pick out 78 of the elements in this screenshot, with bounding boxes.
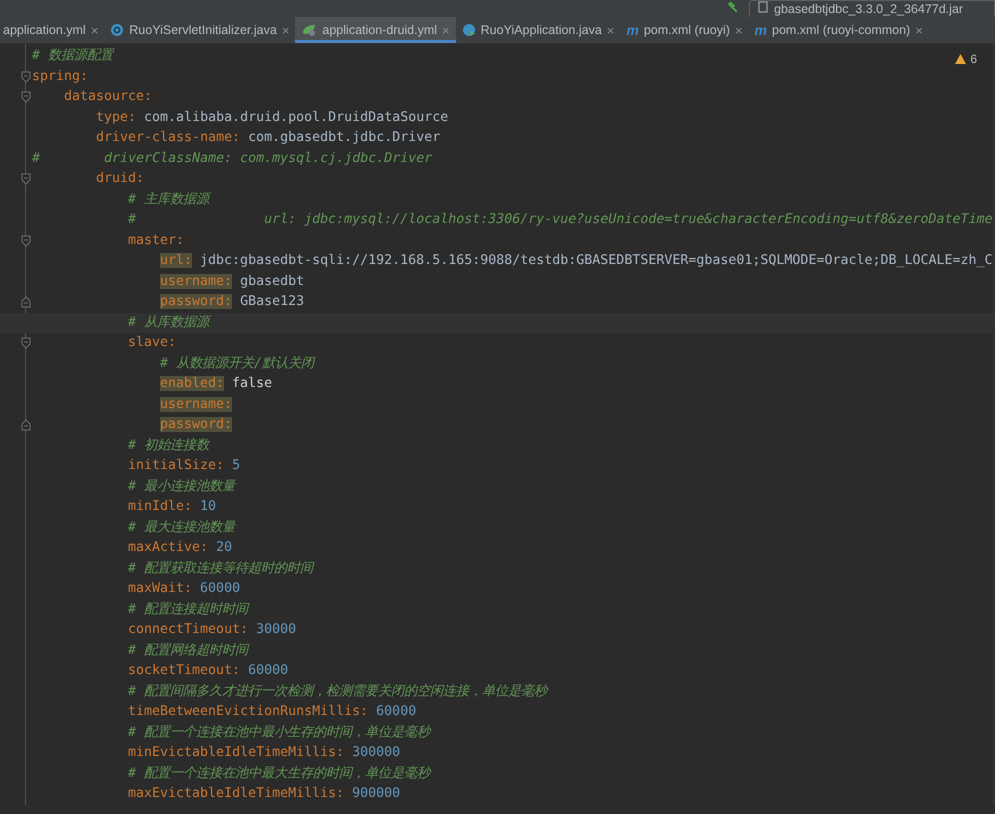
yaml-key: initialSize: — [128, 458, 224, 473]
yaml-key: druid: — [96, 171, 144, 186]
yaml-value: 60000 — [376, 704, 416, 719]
maven-icon: m — [626, 22, 639, 38]
code-comment: # 配置间隔多久才进行一次检测，检测需要关闭的空闲连接，单位是毫秒 — [128, 684, 548, 698]
fold-icon[interactable] — [21, 91, 31, 103]
fold-icon[interactable] — [21, 296, 31, 308]
yaml-key: driver-class-name: — [96, 130, 240, 145]
fold-icon[interactable] — [21, 337, 31, 349]
code-comment: # 最小连接池数量 — [128, 478, 236, 494]
yaml-key: username: — [160, 396, 232, 412]
jar-icon — [758, 1, 768, 13]
yaml-key: enabled: — [160, 376, 224, 391]
yaml-value: 300000 — [352, 745, 400, 760]
yaml-value: 20 — [216, 540, 232, 555]
yaml-value: com.alibaba.druid.pool.DruidDataSource — [144, 110, 448, 124]
yaml-value: 5 — [232, 458, 240, 473]
editor-tab[interactable]: RuoYiServletInitializer.java × — [104, 17, 296, 43]
yaml-key: minEvictableIdleTimeMillis: — [128, 745, 344, 760]
code-comment: # 数据源配置 — [32, 48, 114, 63]
editor-tab[interactable]: m pom.xml (ruoyi-common) × — [748, 17, 929, 43]
yaml-key: maxWait: — [128, 581, 192, 596]
yaml-value: GBase123 — [240, 294, 304, 309]
close-icon[interactable]: × — [282, 22, 290, 38]
yaml-key: username: — [160, 274, 232, 288]
code-comment: # 配置一个连接在池中最大生存的时间，单位是毫秒 — [128, 766, 430, 780]
yaml-key: maxEvictableIdleTimeMillis: — [128, 786, 344, 801]
fold-icon[interactable] — [21, 70, 31, 82]
code-comment: # url: jdbc:mysql://localhost:3306/ry-vue?useUnicode=true&characterEncoding=utf8&zeroDateTime — [128, 212, 993, 227]
close-icon[interactable]: × — [90, 22, 98, 38]
yaml-key: timeBetweenEvictionRunsMillis: — [128, 704, 368, 719]
code-comment: # 初始连接数 — [128, 438, 210, 452]
yaml-key: datasource: — [64, 89, 152, 104]
yaml-value: false — [232, 376, 272, 391]
yaml-value: 900000 — [352, 786, 400, 801]
fold-icon[interactable] — [21, 419, 31, 431]
yaml-value: gbasedbt — [240, 274, 304, 288]
editor-tab[interactable]: m pom.xml (ruoyi) × — [620, 17, 749, 43]
close-icon[interactable]: × — [606, 22, 614, 38]
yaml-key: connectTimeout: — [128, 622, 248, 637]
code-comment: # driverClassName: com.mysql.cj.jdbc.Driver — [32, 150, 432, 166]
yaml-key: type: — [96, 110, 136, 124]
close-icon[interactable]: × — [734, 22, 743, 38]
yaml-key: maxActive: — [128, 540, 208, 555]
yaml-value: jdbc:gbasedbt-sqli://192.168.5.165:9088/testdb:GBASEDBTSERVER=gbase01;SQLMODE=Oracle;DB_LOCALE=zh_C — [200, 253, 993, 268]
code-comment: # 配置连接超时时间 — [128, 602, 248, 616]
yaml-value: 60000 — [248, 663, 288, 678]
code-comment: # 配置网络超时时间 — [128, 642, 248, 658]
yaml-key: password: — [160, 417, 232, 432]
warning-count[interactable]: 6 — [955, 52, 977, 66]
editor-tab[interactable]: application.yml × — [0, 17, 104, 43]
yaml-key: password: — [160, 294, 232, 309]
yaml-key: url: — [160, 253, 192, 268]
code-comment: # 从数据源开关/默认关闭 — [160, 356, 314, 370]
maven-icon: m — [754, 22, 767, 38]
leaf-icon — [301, 23, 318, 37]
yaml-key: socketTimeout: — [128, 663, 240, 678]
yaml-key: spring: — [32, 68, 88, 84]
yaml-value: 60000 — [200, 581, 240, 596]
class-run-icon — [462, 23, 476, 37]
yaml-value: com.gbasedbt.jdbc.Driver — [248, 130, 440, 145]
code-comment: # 配置一个连接在池中最小生存的时间，单位是毫秒 — [128, 724, 430, 740]
yaml-key: master: — [128, 232, 184, 248]
close-icon[interactable]: × — [915, 22, 923, 38]
fold-icon[interactable] — [21, 173, 31, 185]
editor-tab[interactable]: application-druid.yml × — [295, 17, 456, 43]
code-comment: # 从库数据源 — [128, 314, 210, 330]
fold-icon[interactable] — [21, 234, 31, 246]
yaml-key: minIdle: — [128, 499, 192, 514]
yaml-value: 30000 — [256, 622, 296, 637]
code-comment: # 配置获取连接等待超时的时间 — [128, 560, 314, 576]
warning-icon — [955, 54, 966, 64]
yaml-value: 10 — [200, 499, 216, 514]
class-icon — [110, 23, 124, 37]
code-comment: # 最大连接池数量 — [128, 520, 236, 534]
yaml-key: slave: — [128, 335, 176, 350]
editor-tab[interactable]: RuoYiApplication.java × — [456, 17, 620, 43]
code-comment: # 主库数据源 — [128, 192, 210, 206]
